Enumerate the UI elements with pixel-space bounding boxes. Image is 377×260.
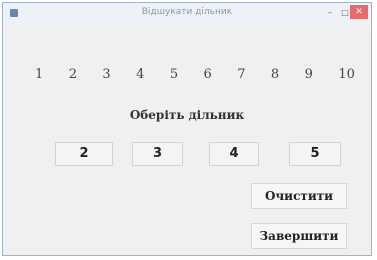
divisor-3-button[interactable]: 3 xyxy=(132,142,183,166)
title-bar[interactable]: Відшукати дільник – □ ✕ xyxy=(3,3,371,25)
number-row: 1 2 3 4 5 6 7 8 9 10 xyxy=(35,67,355,82)
choose-divisor-label: Оберіть дільник xyxy=(129,108,245,122)
clear-button[interactable]: Очистити xyxy=(251,183,347,209)
divisor-5-button[interactable]: 5 xyxy=(289,142,341,166)
number-9: 9 xyxy=(304,67,313,82)
app-window: Відшукати дільник – □ ✕ 1 2 3 4 5 6 7 8 … xyxy=(2,2,372,256)
divisor-2-button[interactable]: 2 xyxy=(55,142,113,166)
number-7: 7 xyxy=(237,67,246,82)
minimize-button[interactable]: – xyxy=(323,6,337,20)
divisor-4-button[interactable]: 4 xyxy=(209,142,259,166)
number-10: 10 xyxy=(338,67,355,82)
window-title: Відшукати дільник xyxy=(141,7,233,17)
number-6: 6 xyxy=(203,67,212,82)
finish-button[interactable]: Завершити xyxy=(251,223,347,249)
number-5: 5 xyxy=(169,67,179,82)
number-8: 8 xyxy=(270,67,280,82)
close-button[interactable]: ✕ xyxy=(350,5,368,19)
number-3: 3 xyxy=(102,67,111,82)
number-4: 4 xyxy=(136,67,145,82)
number-1: 1 xyxy=(35,67,44,82)
divisor-buttons: 2 3 4 5 xyxy=(55,142,345,168)
number-2: 2 xyxy=(68,67,77,82)
